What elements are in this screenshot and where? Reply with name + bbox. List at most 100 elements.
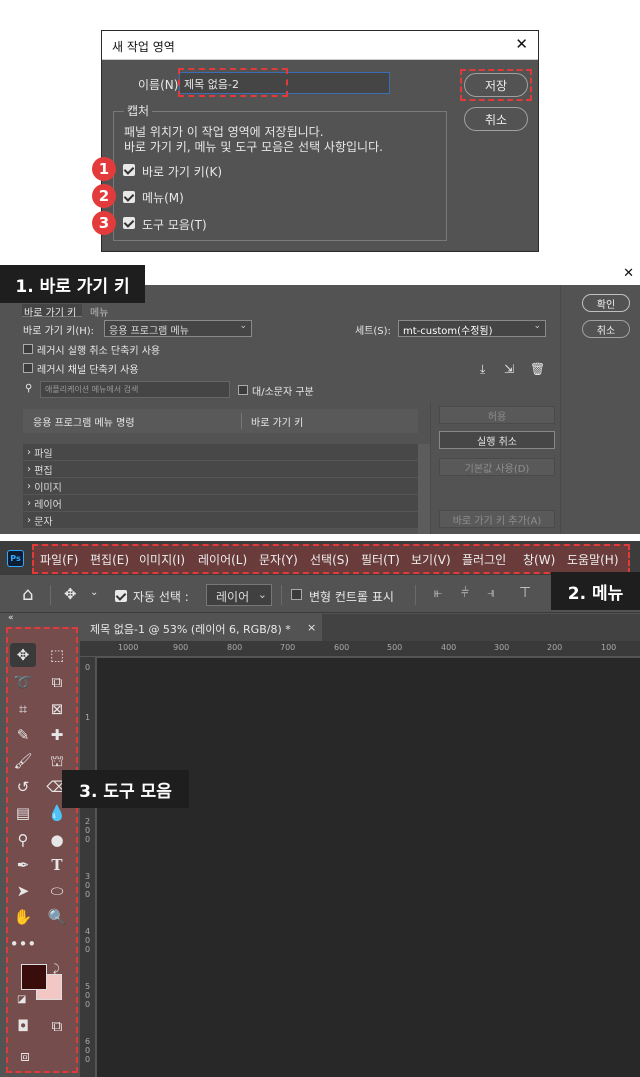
undo-button[interactable]: 실행 취소 bbox=[439, 431, 555, 449]
menu-edit[interactable]: 편집(E) bbox=[90, 551, 129, 568]
zoom-lens-tool-icon[interactable]: ● bbox=[44, 828, 70, 852]
menu-help[interactable]: 도움말(H) bbox=[567, 551, 619, 568]
frame-edit-icon[interactable]: ⧈ bbox=[12, 1044, 38, 1068]
home-icon[interactable]: ⌂ bbox=[22, 584, 33, 605]
move-tool-icon[interactable]: ✥ bbox=[10, 643, 36, 667]
new-set-icon[interactable]: ⇲ bbox=[504, 362, 514, 376]
healing-tool-icon[interactable]: ✚ bbox=[44, 723, 70, 747]
table-scrollbar[interactable] bbox=[418, 444, 430, 534]
table-row[interactable]: › 이미지 bbox=[23, 478, 418, 495]
ruler-label: 200 bbox=[547, 643, 563, 652]
menu-plugins[interactable]: 플러그인 bbox=[462, 551, 506, 568]
save-set-icon[interactable]: ⤓ bbox=[480, 362, 485, 377]
case-checkbox[interactable] bbox=[238, 385, 248, 395]
align-right-icon[interactable]: ⫣ bbox=[487, 585, 495, 601]
tools-tag: 3. 도구 모음 bbox=[62, 770, 189, 808]
table-row[interactable]: › 레이어 bbox=[23, 495, 418, 512]
trash-icon[interactable]: 🗑 bbox=[530, 362, 545, 376]
legacy-undo-checkbox[interactable] bbox=[23, 344, 33, 354]
more-tools-icon[interactable]: ••• bbox=[10, 932, 37, 956]
path-select-tool-icon[interactable]: ➤ bbox=[10, 879, 36, 903]
table-row[interactable]: › 파일 bbox=[23, 444, 418, 461]
chevron-right-icon: › bbox=[27, 463, 35, 475]
accept-button[interactable]: 허용 bbox=[439, 406, 555, 424]
menus-checkbox[interactable] bbox=[123, 191, 135, 203]
crop-tool-icon[interactable]: ⌗ bbox=[10, 697, 36, 721]
table-row[interactable]: › 문자 bbox=[23, 512, 418, 529]
layer-select[interactable]: 레이어 ⌄ bbox=[206, 584, 272, 606]
swap-colors-icon[interactable]: ⤸ bbox=[53, 962, 60, 976]
align-center-icon[interactable]: ⫩ bbox=[461, 585, 469, 601]
chevron-right-icon: › bbox=[27, 480, 35, 492]
foreground-color-swatch[interactable] bbox=[21, 964, 47, 990]
table-header: 응용 프로그램 메뉴 명령 바로 가기 키 bbox=[23, 409, 418, 433]
frame-tool-icon[interactable]: ⊠ bbox=[44, 697, 70, 721]
close-icon[interactable]: ✕ bbox=[515, 37, 528, 52]
vertical-ruler: 0 1 2 0 0 3 0 0 4 0 0 5 0 0 6 0 0 bbox=[80, 657, 96, 1077]
dodge-tool-icon[interactable]: ⚲ bbox=[10, 828, 36, 852]
eyedropper-tool-icon[interactable]: ✎ bbox=[10, 723, 36, 747]
gradient-tool-icon[interactable]: ▤ bbox=[10, 801, 36, 825]
tab-shortcuts[interactable]: 바로 가기 키 bbox=[22, 304, 82, 319]
highlight-name bbox=[178, 68, 288, 97]
close-tab-icon[interactable]: × bbox=[307, 621, 316, 634]
toolbar-checkbox[interactable] bbox=[123, 217, 135, 229]
history-brush-tool-icon[interactable]: ↺ bbox=[10, 775, 36, 799]
brush-tool-icon[interactable]: 🖌 bbox=[10, 749, 36, 773]
menu-layer[interactable]: 레이어(L) bbox=[198, 551, 247, 568]
name-label: 이름(N): bbox=[138, 78, 183, 92]
table-row[interactable]: › 편집 bbox=[23, 461, 418, 478]
default-colors-icon[interactable]: ◪ bbox=[17, 994, 26, 1005]
ok-button[interactable]: 확인 bbox=[582, 294, 630, 312]
menu-view[interactable]: 보기(V) bbox=[411, 551, 451, 568]
document-tab-bar: 제목 없음-1 @ 53% (레이어 6, RGB/8) * × bbox=[80, 614, 640, 641]
menu-select[interactable]: 선택(S) bbox=[310, 551, 349, 568]
ruler-label: 500 bbox=[387, 643, 403, 652]
quick-mask-icon[interactable]: ◘ bbox=[10, 1014, 36, 1038]
marker-2: 2 bbox=[92, 184, 116, 208]
chevron-down-icon[interactable]: ⌄ bbox=[90, 587, 98, 598]
type-tool-icon[interactable]: T bbox=[44, 853, 70, 877]
menu-image[interactable]: 이미지(I) bbox=[139, 551, 185, 568]
search-input[interactable]: 애플리케이션 메뉴에서 검색 bbox=[40, 381, 230, 398]
shortcut-for-select[interactable]: 응용 프로그램 메뉴 ⌄ bbox=[104, 320, 252, 337]
menu-type[interactable]: 문자(Y) bbox=[259, 551, 298, 568]
keyboard-shortcuts-dialog: ✕ 바로 가기 키 메뉴 바로 가기 키(H): 응용 프로그램 메뉴 ⌄ 세트(… bbox=[0, 264, 640, 534]
add-shortcut-button[interactable]: 바로 가기 키 추가(A) bbox=[439, 510, 555, 528]
collapse-icon[interactable]: « bbox=[8, 613, 14, 623]
move-tool-icon[interactable]: ✥ bbox=[64, 585, 77, 603]
shape-tool-icon[interactable]: ⬭ bbox=[44, 879, 70, 903]
use-default-button[interactable]: 기본값 사용(D) bbox=[439, 458, 555, 476]
highlight-save bbox=[460, 69, 532, 101]
set-value: mt-custom(수정됨) bbox=[403, 326, 493, 337]
shortcuts-checkbox[interactable] bbox=[123, 164, 135, 176]
auto-select-label: 자동 선택 : bbox=[133, 590, 189, 604]
menu-filter[interactable]: 필터(T) bbox=[361, 551, 400, 568]
shortcuts-tag: 1. 바로 가기 키 bbox=[0, 265, 145, 303]
set-select[interactable]: mt-custom(수정됨) ⌄ bbox=[398, 320, 546, 337]
document-tab[interactable]: 제목 없음-1 @ 53% (레이어 6, RGB/8) * × bbox=[80, 614, 322, 641]
menu-window[interactable]: 창(W) bbox=[523, 551, 555, 568]
transform-checkbox[interactable] bbox=[291, 589, 302, 600]
close-icon[interactable]: ✕ bbox=[623, 267, 634, 280]
screen-mode-icon[interactable]: ⧉ bbox=[44, 1014, 70, 1038]
menu-file[interactable]: 파일(F) bbox=[40, 551, 78, 568]
pen-tool-icon[interactable]: ✒ bbox=[10, 853, 36, 877]
marquee-tool-icon[interactable]: ⬚ bbox=[44, 643, 70, 667]
set-label: 세트(S): bbox=[355, 326, 391, 337]
cancel-button[interactable]: 취소 bbox=[582, 320, 630, 338]
object-select-tool-icon[interactable]: ⧉ bbox=[44, 670, 70, 694]
canvas-area[interactable] bbox=[97, 658, 640, 1077]
layer-value: 레이어 bbox=[216, 590, 250, 604]
cancel-button[interactable]: 취소 bbox=[464, 107, 528, 131]
tab-menus[interactable]: 메뉴 bbox=[90, 304, 108, 319]
hand-tool-icon[interactable]: ✋ bbox=[10, 905, 36, 929]
zoom-tool-icon[interactable]: 🔍 bbox=[44, 905, 70, 929]
align-top-icon[interactable]: ⊤ bbox=[519, 585, 531, 601]
legacy-undo-label: 레거시 실행 취소 단축키 사용 bbox=[37, 346, 161, 357]
divider bbox=[560, 285, 561, 534]
align-left-icon[interactable]: ⫦ bbox=[434, 585, 442, 601]
auto-select-checkbox[interactable] bbox=[115, 590, 127, 602]
legacy-channel-checkbox[interactable] bbox=[23, 363, 33, 373]
lasso-tool-icon[interactable]: ➰ bbox=[10, 670, 36, 694]
